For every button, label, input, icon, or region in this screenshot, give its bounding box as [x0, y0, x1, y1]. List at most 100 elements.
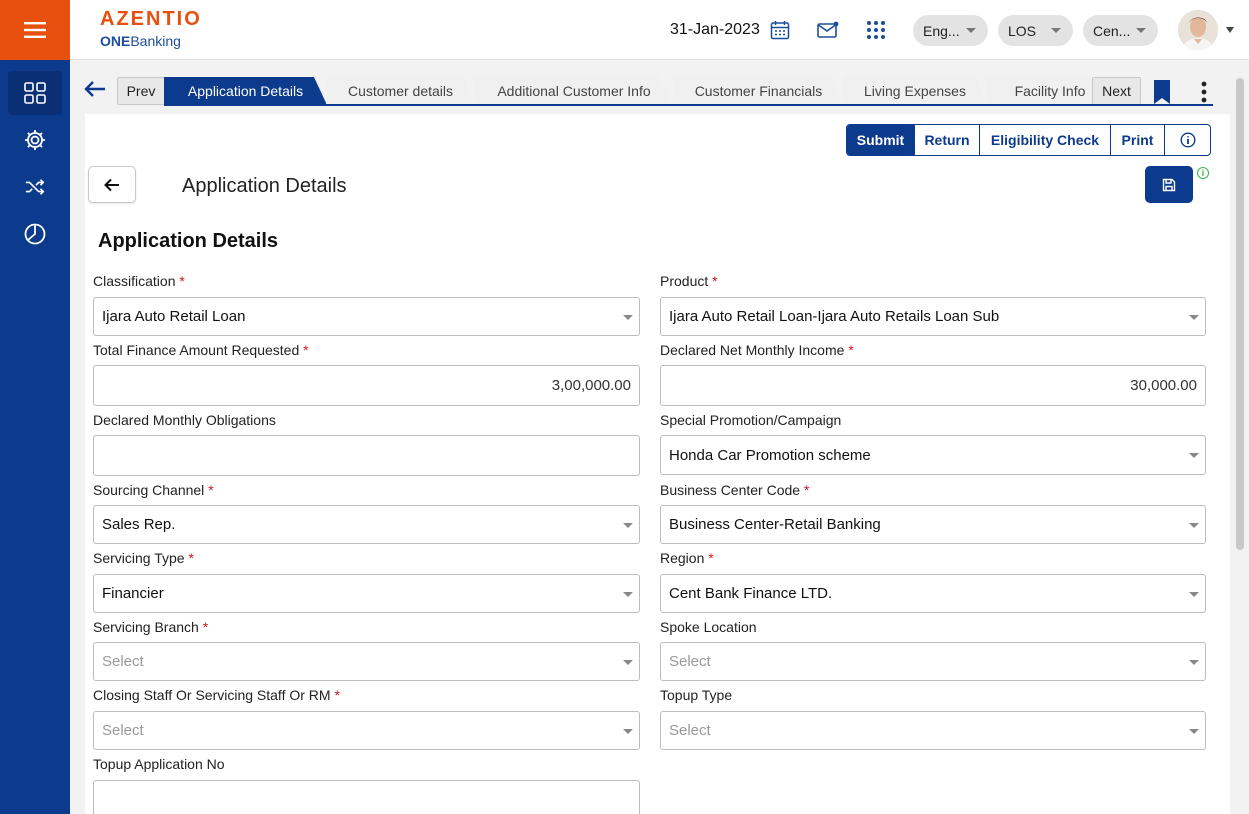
promotion-select[interactable]: Honda Car Promotion scheme — [660, 435, 1206, 475]
return-button[interactable]: Return — [915, 125, 980, 155]
region-label: Region * — [660, 550, 714, 566]
language-select[interactable]: Eng... — [913, 15, 988, 46]
user-menu-caret-icon[interactable] — [1226, 27, 1234, 33]
info-button[interactable] — [1165, 125, 1210, 155]
topup-type-select[interactable]: Select — [660, 711, 1206, 750]
tab-strip: Prev Application Details Customer detail… — [70, 70, 1249, 114]
product-select[interactable]: Ijara Auto Retail Loan-Ijara Auto Retail… — [660, 297, 1206, 336]
tab-additional-customer-info[interactable]: Additional Customer Info — [474, 77, 674, 105]
page-scrollbar[interactable] — [1236, 78, 1244, 550]
chevron-down-icon — [1051, 28, 1061, 33]
brand-logo: AZENTIO ONEBanking — [100, 9, 202, 49]
sourcing-select[interactable]: Sales Rep. — [93, 505, 640, 544]
tab-underline — [164, 104, 1213, 106]
rail-item-dashboard[interactable] — [8, 71, 62, 115]
module-select[interactable]: LOS — [998, 15, 1073, 46]
classification-label: Classification * — [93, 273, 185, 289]
kebab-menu-icon — [1201, 81, 1207, 103]
classification-value: Ijara Auto Retail Loan — [102, 308, 246, 325]
top-bar: AZENTIO ONEBanking 31-Jan-2023 Eng... LO… — [70, 0, 1249, 60]
chevron-down-icon — [623, 729, 633, 734]
servicing-branch-label: Servicing Branch * — [93, 619, 209, 635]
chevron-down-icon — [1189, 592, 1199, 597]
tab-customer-details[interactable]: Customer details — [326, 77, 475, 105]
user-photo-icon — [1178, 10, 1218, 50]
spoke-location-select[interactable]: Select — [660, 642, 1206, 681]
spoke-location-label: Spoke Location — [660, 619, 757, 635]
tabs-next-button[interactable]: Next — [1092, 77, 1141, 105]
arrow-left-icon — [104, 178, 119, 191]
language-value: Eng... — [923, 22, 960, 39]
topup-type-placeholder: Select — [669, 722, 711, 739]
obligations-input[interactable] — [93, 435, 640, 476]
rail-item-settings[interactable] — [8, 118, 62, 162]
mail-icon — [817, 21, 839, 38]
servicing-branch-placeholder: Select — [102, 653, 144, 670]
menu-button[interactable] — [0, 0, 70, 60]
submit-button[interactable]: Submit — [847, 125, 915, 155]
servicing-type-select[interactable]: Financier — [93, 574, 640, 613]
bookmark-button[interactable] — [1152, 80, 1172, 109]
main-card: Submit Return Eligibility Check Print Ap… — [85, 114, 1230, 814]
tab-customer-financials[interactable]: Customer Financials — [673, 77, 844, 105]
servicing-branch-select[interactable]: Select — [93, 642, 640, 681]
classification-select[interactable]: Ijara Auto Retail Loan — [93, 297, 640, 336]
product-label: Product * — [660, 273, 718, 289]
chevron-down-icon — [623, 592, 633, 597]
hamburger-icon — [24, 22, 46, 38]
chevron-down-icon — [623, 660, 633, 665]
eligibility-check-button[interactable]: Eligibility Check — [980, 125, 1111, 155]
region-select[interactable]: Cent Bank Finance LTD. — [660, 574, 1206, 613]
mail-button[interactable] — [816, 18, 840, 42]
sourcing-label: Sourcing Channel * — [93, 482, 214, 498]
bookmark-icon — [1154, 80, 1170, 104]
save-icon — [1162, 178, 1176, 191]
back-nav-button[interactable] — [84, 80, 106, 103]
closing-staff-placeholder: Select — [102, 722, 144, 739]
tab-application-details[interactable]: Application Details — [164, 77, 327, 105]
closing-staff-select[interactable]: Select — [93, 711, 640, 750]
apps-grid-icon — [867, 21, 885, 39]
net-income-input[interactable]: 30,000.00 — [660, 365, 1206, 406]
total-finance-input[interactable]: 3,00,000.00 — [93, 365, 640, 406]
page-title: Application Details — [182, 175, 347, 197]
entity-value: Cen... — [1093, 22, 1131, 39]
section-title: Application Details — [98, 230, 279, 252]
business-center-select[interactable]: Business Center-Retail Banking — [660, 505, 1206, 544]
rail-item-shuffle[interactable] — [8, 165, 62, 209]
rail-item-reports[interactable] — [8, 212, 62, 256]
info-icon — [1179, 132, 1196, 148]
total-finance-label: Total Finance Amount Requested * — [93, 342, 309, 358]
app-root: AZENTIO ONEBanking 31-Jan-2023 Eng... LO… — [0, 0, 1249, 814]
region-value: Cent Bank Finance LTD. — [669, 585, 833, 602]
servicing-type-label: Servicing Type * — [93, 550, 194, 566]
save-button[interactable] — [1145, 166, 1193, 203]
chevron-down-icon — [623, 315, 633, 320]
back-button[interactable] — [88, 166, 136, 203]
chevron-down-icon — [1189, 729, 1199, 734]
promotion-label: Special Promotion/Campaign — [660, 412, 842, 428]
chevron-down-icon — [1189, 523, 1199, 528]
pie-chart-icon — [24, 223, 46, 245]
topup-app-no-input[interactable] — [93, 780, 640, 814]
calendar-icon — [770, 21, 790, 40]
brand-sub: ONEBanking — [100, 33, 181, 49]
obligations-label: Declared Monthly Obligations — [93, 412, 276, 428]
closing-staff-label: Closing Staff Or Servicing Staff Or RM * — [93, 687, 340, 703]
module-value: LOS — [1008, 22, 1037, 39]
chevron-down-icon — [1136, 28, 1146, 33]
user-avatar[interactable] — [1178, 10, 1218, 50]
topup-type-label: Topup Type — [660, 687, 733, 703]
entity-select[interactable]: Cen... — [1083, 15, 1158, 46]
print-button[interactable]: Print — [1111, 125, 1165, 155]
chevron-down-icon — [1189, 315, 1199, 320]
chevron-down-icon — [966, 28, 976, 33]
action-button-group: Submit Return Eligibility Check Print — [846, 124, 1211, 156]
chevron-down-icon — [623, 523, 633, 528]
calendar-button[interactable] — [768, 18, 792, 42]
tabs-prev-button[interactable]: Prev — [117, 77, 165, 105]
apps-button[interactable] — [864, 18, 888, 42]
more-options-button[interactable] — [1198, 80, 1210, 109]
product-value: Ijara Auto Retail Loan-Ijara Auto Retail… — [669, 308, 1000, 325]
tab-living-expenses[interactable]: Living Expenses — [843, 77, 987, 105]
